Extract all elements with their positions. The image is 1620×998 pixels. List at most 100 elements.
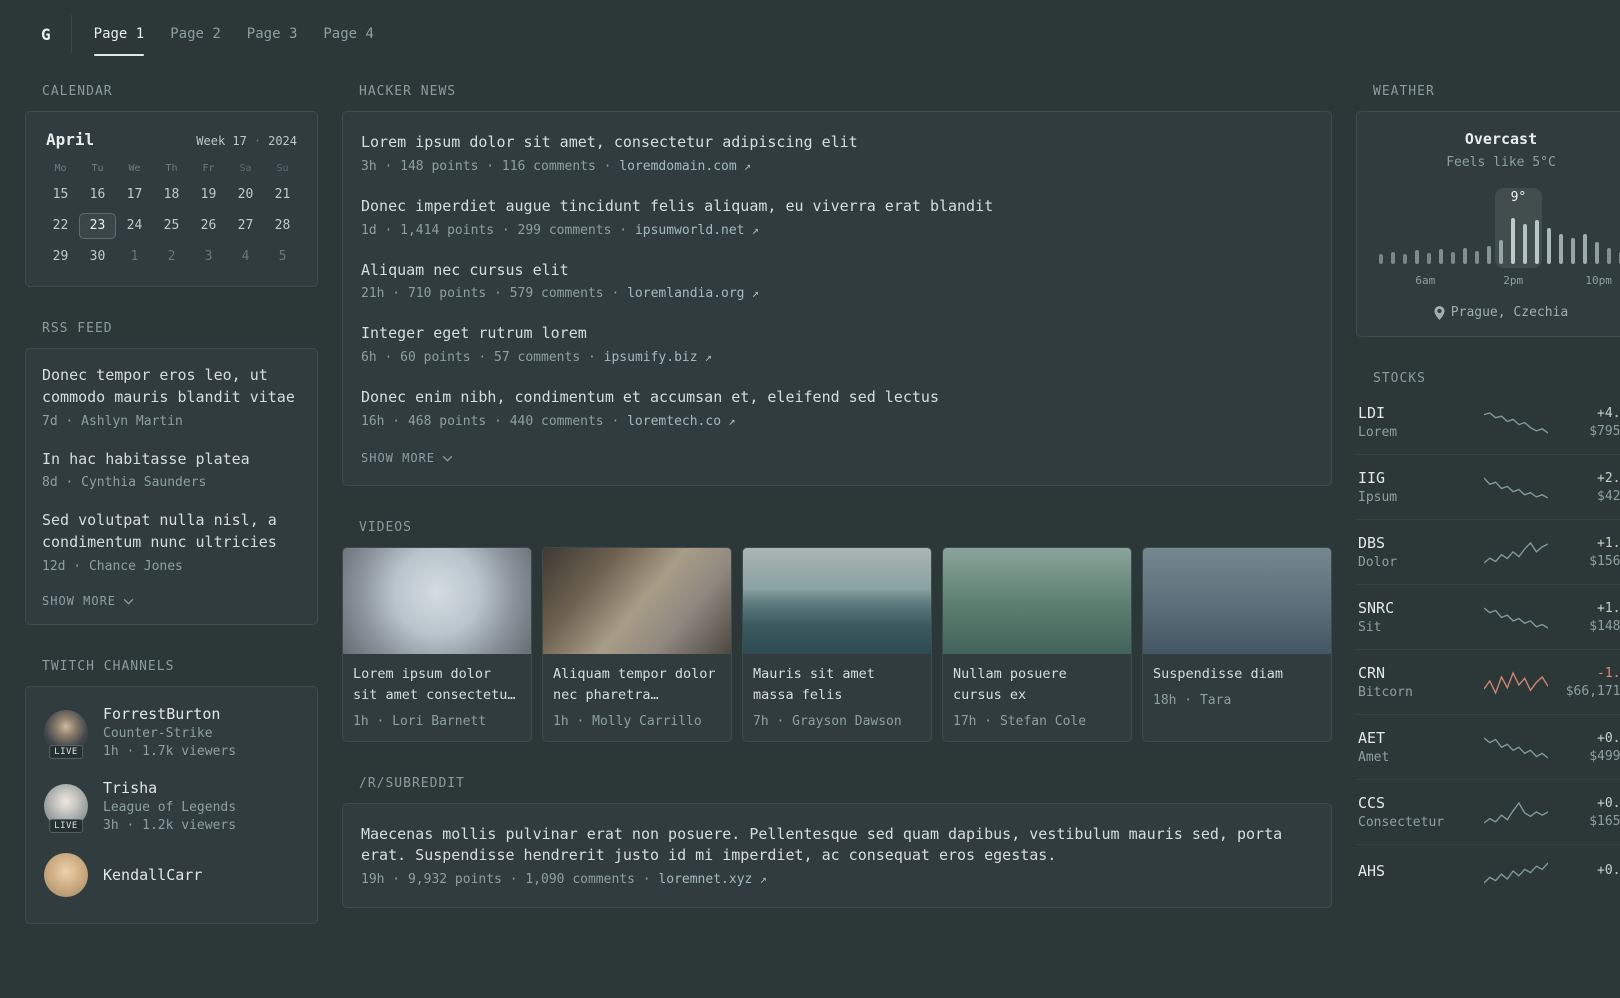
calendar-day[interactable]: 1 [116, 244, 153, 270]
post-title[interactable]: Donec enim nibh, condimentum et accumsan… [361, 387, 1313, 409]
calendar-day[interactable]: 24 [116, 213, 153, 239]
post-title[interactable]: Donec imperdiet augue tincidunt felis al… [361, 196, 1313, 218]
calendar-weekday: Sa [239, 163, 252, 174]
video-title[interactable]: Mauris sit amet massa felis [753, 664, 921, 706]
video-title[interactable]: Aliquam tempor dolor nec pharetra… [553, 664, 721, 706]
video-card-body: Lorem ipsum dolor sit amet consectetu… 1h… [343, 654, 531, 741]
calendar-day[interactable]: 22 [42, 213, 79, 239]
hackernews-show-more-button[interactable]: SHOW MORE [361, 451, 453, 465]
calendar-day[interactable]: 18 [153, 182, 190, 208]
calendar-day[interactable]: 3 [190, 244, 227, 270]
stock-row[interactable]: CRN Bitcorn -1.00% $66,171.48 [1356, 649, 1620, 714]
tab-page-3[interactable]: Page 3 [247, 12, 298, 56]
post-item: Donec enim nibh, condimentum et accumsan… [361, 387, 1313, 429]
twitch-channel[interactable]: KendallCarr [42, 843, 301, 907]
calendar-day[interactable]: 4 [227, 244, 264, 270]
twitch-channel[interactable]: LIVE Trisha League of Legends 3h · 1.2k vie… [42, 769, 301, 843]
cross-thumbnail [343, 547, 531, 654]
video-title[interactable]: Nullam posuere cursus ex [953, 664, 1121, 706]
weather-time-label: 10pm [1585, 274, 1612, 287]
calendar-day-grid: 15 16 17 18 19 20 21 22 23 24 25 26 27 28 29 30 1 2 3 4 5 [42, 182, 301, 270]
stock-price: $148.64 [1589, 618, 1620, 634]
post-item: Integer eget rutrum lorem 6h · 60 points … [361, 323, 1313, 365]
calendar-day[interactable]: 28 [264, 213, 301, 239]
calendar-day[interactable]: 30 [79, 244, 116, 270]
calendar-day[interactable]: 27 [227, 213, 264, 239]
post-item: Donec imperdiet augue tincidunt felis al… [361, 196, 1313, 238]
twitch-channel[interactable]: LIVE ForrestBurton Counter-Strike 1h · 1.7k… [42, 703, 301, 769]
post-title[interactable]: Integer eget rutrum lorem [361, 323, 1313, 345]
calendar-day[interactable]: 25 [153, 213, 190, 239]
calendar-day-selected[interactable]: 23 [79, 213, 116, 239]
stocks-widget: LDI Lorem +4.35% $795.18 IIG Ipsum +2.84% $42.0… [1356, 398, 1620, 899]
channel-name[interactable]: Trisha [103, 779, 236, 797]
post-title[interactable]: Aliquam nec cursus elit [361, 260, 1313, 282]
calendar-day[interactable]: 5 [264, 244, 301, 270]
stock-row[interactable]: AET Amet +0.92% $499.72 [1356, 714, 1620, 779]
stock-row[interactable]: SNRC Sit +1.36% $148.64 [1356, 584, 1620, 649]
video-card[interactable]: Mauris sit amet massa felis 7h · Grayson … [742, 546, 932, 742]
weather-bar [1607, 248, 1611, 264]
calendar-weekday: Mo [54, 163, 67, 174]
stock-change: +0.92% [1597, 730, 1620, 746]
stock-sparkline [1484, 541, 1548, 564]
app-logo[interactable]: G [25, 12, 71, 56]
stock-identity: AET Amet [1358, 729, 1389, 765]
post-source-link[interactable]: ipsumify.biz ↗ [604, 350, 712, 365]
rss-item-title[interactable]: In hac habitasse platea [42, 449, 301, 471]
rss-item-title[interactable]: Donec tempor eros leo, ut commodo mauris… [42, 365, 301, 409]
stock-row[interactable]: DBS Dolor +1.42% $156.28 [1356, 519, 1620, 584]
channel-name[interactable]: ForrestBurton [103, 705, 236, 723]
channel-name[interactable]: KendallCarr [103, 866, 202, 884]
calendar-day[interactable]: 15 [42, 182, 79, 208]
external-link-icon: ↗ [721, 413, 736, 428]
avatar [44, 852, 88, 897]
calendar-month: April [46, 130, 95, 149]
weather-bar [1415, 250, 1419, 264]
stock-identity: AHS [1358, 862, 1385, 883]
channel-meta: 3h · 1.2k viewers [103, 817, 237, 833]
calendar-day[interactable]: 16 [79, 182, 116, 208]
stock-row[interactable]: IIG Ipsum +2.84% $42.04 [1356, 454, 1620, 519]
calendar-day[interactable]: 26 [190, 213, 227, 239]
stock-change: +1.36% [1597, 600, 1620, 616]
calendar-weekday-row: Mo Tu We Th Fr Sa Su [42, 163, 301, 182]
weather-bar [1451, 252, 1455, 264]
post-source-link[interactable]: loremnet.xyz ↗ [658, 872, 766, 887]
calendar-day[interactable]: 17 [116, 182, 153, 208]
post-meta: 16h · 468 points · 440 comments · loremt… [361, 414, 1313, 429]
calendar-day[interactable]: 19 [190, 182, 227, 208]
video-card[interactable]: Lorem ipsum dolor sit amet consectetu… 1h… [342, 546, 532, 742]
calendar-day[interactable]: 21 [264, 182, 301, 208]
post-title[interactable]: Maecenas mollis pulvinar erat non posuer… [361, 824, 1313, 868]
tab-page-1[interactable]: Page 1 [93, 12, 144, 56]
video-card[interactable]: Suspendisse diam 18h · Tara [1142, 546, 1332, 742]
tab-page-4[interactable]: Page 4 [323, 12, 374, 56]
video-card[interactable]: Nullam posuere cursus ex 17h · Stefan Col… [942, 546, 1132, 742]
external-link-icon: ↗ [744, 222, 759, 237]
chevron-down-icon [442, 456, 453, 462]
stock-name: Lorem [1358, 425, 1398, 440]
post-source-link[interactable]: loremdomain.com ↗ [619, 159, 751, 174]
calendar-day[interactable]: 29 [42, 244, 79, 270]
stock-row[interactable]: AHS +0.46% [1356, 844, 1620, 899]
stock-row[interactable]: CCS Consectetur +0.51% $165.84 [1356, 779, 1620, 844]
subreddit-list: Maecenas mollis pulvinar erat non posuer… [361, 824, 1313, 888]
post-source-link[interactable]: loremlandia.org ↗ [627, 286, 759, 301]
post-title[interactable]: Lorem ipsum dolor sit amet, consectetur … [361, 132, 1313, 154]
video-title[interactable]: Lorem ipsum dolor sit amet consectetu… [353, 664, 521, 706]
rss-item-title[interactable]: Sed volutpat nulla nisl, a condimentum n… [42, 510, 301, 554]
calendar-weekday: Tu [91, 163, 104, 174]
video-card[interactable]: Aliquam tempor dolor nec pharetra… 1h · M… [542, 546, 732, 742]
weather-chart: 9° [1379, 188, 1620, 268]
post-source-link[interactable]: loremtech.co ↗ [627, 414, 735, 429]
left-column: CALENDAR April Week 17 · 2024 Mo Tu We Th Fr Sa… [25, 84, 318, 958]
calendar-day[interactable]: 2 [153, 244, 190, 270]
tab-page-2[interactable]: Page 2 [170, 12, 221, 56]
rss-show-more-button[interactable]: SHOW MORE [42, 594, 134, 608]
twitch-section: TWITCH CHANNELS LIVE ForrestBurton Counter… [25, 659, 318, 924]
post-source-link[interactable]: ipsumworld.net ↗ [635, 223, 759, 238]
stock-row[interactable]: LDI Lorem +4.35% $795.18 [1356, 398, 1620, 454]
calendar-day[interactable]: 20 [227, 182, 264, 208]
video-title[interactable]: Suspendisse diam [1153, 664, 1321, 685]
